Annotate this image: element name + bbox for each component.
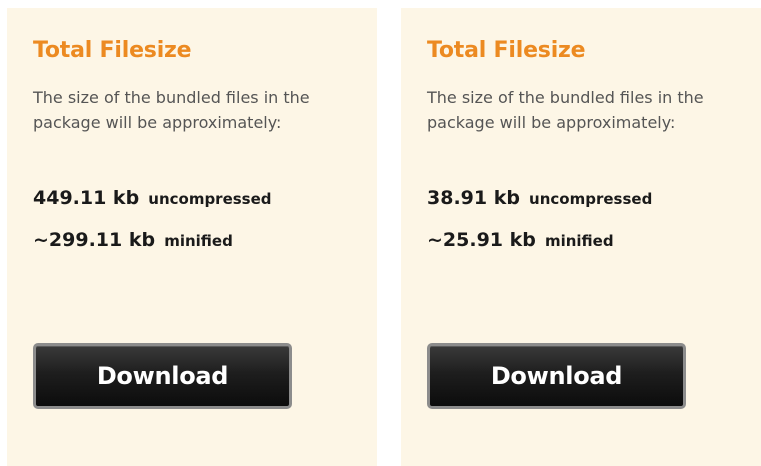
uncompressed-size-line: 38.91 kb uncompressed (427, 187, 652, 209)
filesize-panel-left: Total Filesize The size of the bundled f… (7, 8, 377, 466)
minified-size-value: ~299.11 kb (33, 229, 156, 251)
panel-title: Total Filesize (427, 38, 586, 63)
minified-label: minified (544, 232, 614, 250)
uncompressed-size-line: 449.11 kb uncompressed (33, 187, 272, 209)
download-button[interactable]: Download (33, 343, 292, 409)
panel-title: Total Filesize (33, 38, 192, 63)
minified-label: minified (164, 232, 233, 250)
filesize-panel-right: Total Filesize The size of the bundled f… (401, 8, 761, 466)
panel-description: The size of the bundled files in the pac… (33, 88, 310, 132)
download-button[interactable]: Download (427, 343, 686, 409)
panel-description: The size of the bundled files in the pac… (427, 88, 704, 132)
minified-size-line: ~299.11 kb minified (33, 229, 233, 251)
minified-size-line: ~25.91 kb minified (427, 229, 614, 251)
minified-size-value: ~25.91 kb (427, 229, 536, 251)
uncompressed-label: uncompressed (148, 190, 272, 208)
uncompressed-size-value: 38.91 kb (427, 187, 520, 209)
uncompressed-size-value: 449.11 kb (33, 187, 140, 209)
uncompressed-label: uncompressed (529, 190, 653, 208)
